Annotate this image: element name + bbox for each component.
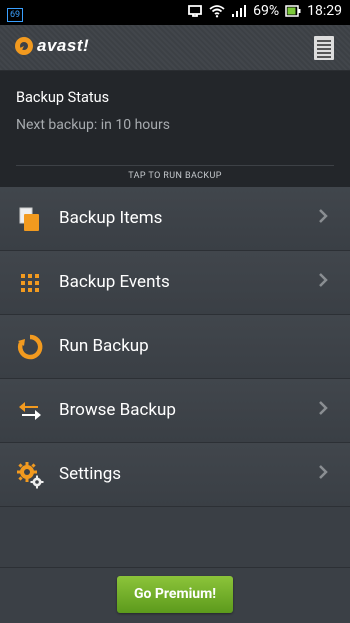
app-menu-icon[interactable]	[314, 36, 334, 60]
next-backup-text: Next backup: in 10 hours	[16, 117, 170, 133]
app-header: avast!	[0, 25, 350, 71]
menu-item-browse-backup[interactable]: Browse Backup	[0, 379, 350, 443]
menu-item-label: Backup Items	[59, 208, 163, 228]
tap-to-run-backup[interactable]: TAP TO RUN BACKUP	[0, 171, 350, 181]
backup-status-title: Backup Status	[16, 89, 110, 106]
footer-bar: Go Premium!	[0, 567, 350, 623]
chevron-right-icon	[319, 401, 328, 415]
main-menu-list: Backup Items Backup Events Run Backup Br…	[0, 187, 350, 507]
run-backup-icon	[17, 334, 43, 360]
signal-icon	[232, 5, 247, 17]
screenshot-icon	[188, 5, 203, 17]
menu-item-settings[interactable]: Settings	[0, 443, 350, 507]
menu-item-label: Browse Backup	[59, 400, 176, 420]
menu-item-label: Run Backup	[59, 336, 149, 356]
clock: 18:29	[307, 3, 342, 19]
wifi-icon	[209, 5, 225, 18]
chevron-right-icon	[319, 273, 328, 287]
battery-percent: 69%	[253, 3, 280, 19]
battery-icon	[285, 5, 301, 17]
notification-badge: 69	[7, 8, 24, 22]
chevron-right-icon	[319, 209, 328, 223]
avast-logo-icon	[15, 37, 33, 55]
menu-item-backup-events[interactable]: Backup Events	[0, 251, 350, 315]
backup-items-icon	[19, 207, 39, 231]
chevron-right-icon	[319, 465, 328, 479]
settings-gear-icon	[17, 462, 44, 489]
divider	[16, 165, 334, 166]
system-status-bar: 69 69% 18:29	[0, 0, 350, 25]
logo-text: avast!	[37, 36, 90, 55]
menu-item-run-backup[interactable]: Run Backup	[0, 315, 350, 379]
avast-logo: avast!	[14, 36, 89, 56]
menu-item-label: Settings	[59, 464, 122, 484]
go-premium-button[interactable]: Go Premium!	[117, 576, 233, 613]
menu-item-backup-items[interactable]: Backup Items	[0, 187, 350, 251]
backup-status-panel[interactable]: Backup Status Next backup: in 10 hours T…	[0, 71, 350, 187]
menu-item-label: Backup Events	[59, 272, 170, 292]
backup-events-icon	[21, 274, 39, 292]
browse-backup-icon	[19, 402, 41, 420]
status-icons: 69% 18:29	[187, 3, 342, 19]
notification-area: 69	[7, 5, 24, 22]
